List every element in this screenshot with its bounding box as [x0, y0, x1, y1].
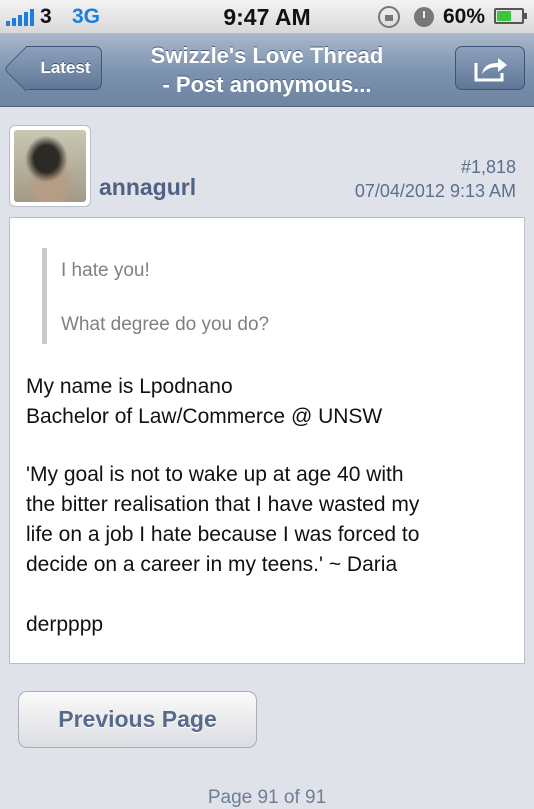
avatar-image: [14, 130, 86, 202]
page-indicator: Page 91 of 91: [207, 787, 327, 808]
thread-title: Swizzle's Love Thread - Post anonymous..…: [118, 41, 416, 99]
post-text-line: decide on a career in my teens.' ~ Daria: [26, 553, 398, 576]
post-text-line: life on a job I hate because I was force…: [26, 523, 420, 546]
post-text-line: Bachelor of Law/Commerce @ UNSW: [26, 405, 383, 428]
thread-title-line-1: Swizzle's Love Thread: [150, 43, 384, 68]
back-button[interactable]: Latest: [26, 46, 102, 90]
quote-line: What degree do you do?: [61, 314, 270, 335]
share-button[interactable]: [455, 46, 525, 90]
battery-icon: [494, 8, 527, 24]
navigation-bar: Latest Swizzle's Love Thread - Post anon…: [0, 34, 534, 107]
post-text-line: derpppp: [26, 613, 104, 636]
post-text-line: 'My goal is not to wake up at age 40 wit…: [26, 463, 404, 486]
share-icon: [474, 58, 507, 82]
orientation-lock-icon: [378, 6, 400, 28]
post-number: #1,818: [460, 157, 516, 177]
battery-percent: 60%: [443, 5, 486, 28]
previous-page-button[interactable]: Previous Page: [18, 691, 257, 748]
post-text-line: My name is Lpodnano: [26, 375, 233, 398]
user-avatar[interactable]: [9, 125, 91, 207]
thread-title-line-2: - Post anonymous...: [162, 72, 372, 97]
quote-block: I hate you! What degree do you do?: [42, 248, 487, 344]
post-text-line: the bitter realisation that I have waste…: [26, 493, 420, 516]
quote-line: I hate you!: [61, 260, 150, 281]
post-username[interactable]: annagurl: [99, 174, 196, 201]
post-date: 07/04/2012 9:13 AM: [354, 181, 516, 201]
post-body: I hate you! What degree do you do? My na…: [9, 217, 525, 664]
status-bar: 3 3G 9:47 AM 60%: [0, 0, 534, 34]
back-button-label: Latest: [40, 58, 91, 77]
alarm-icon: [414, 7, 434, 27]
